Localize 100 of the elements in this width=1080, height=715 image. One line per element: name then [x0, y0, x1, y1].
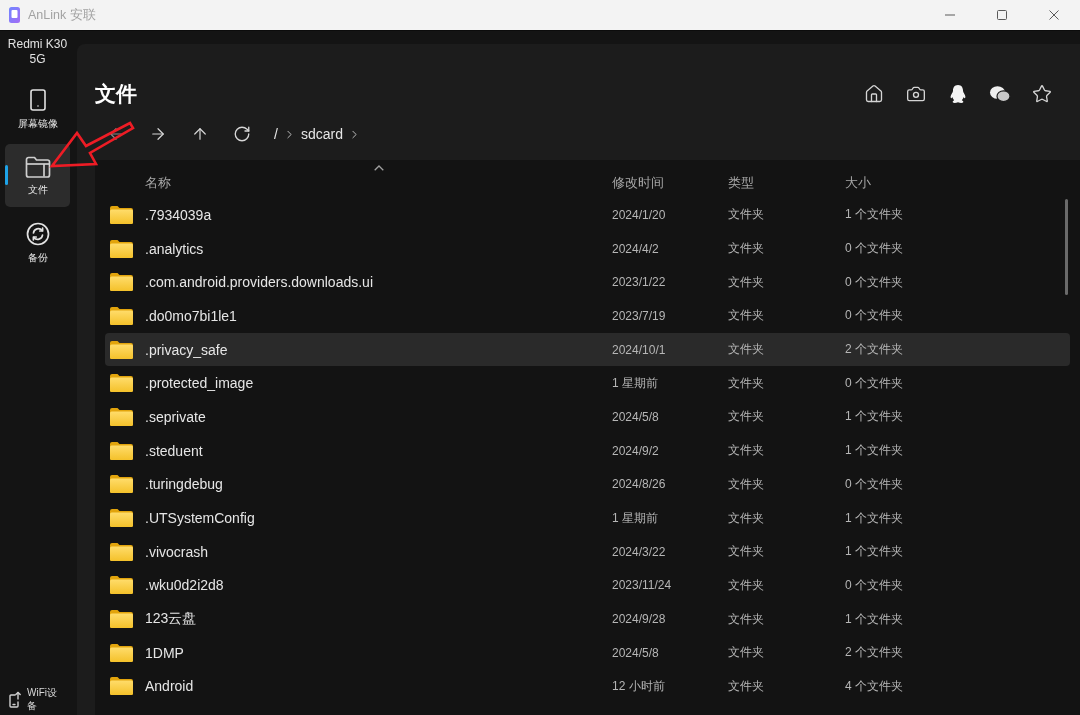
- file-name: .vivocrash: [145, 543, 209, 560]
- backup-tab[interactable]: 备份: [5, 211, 70, 274]
- file-type: 文件夹: [728, 408, 764, 426]
- column-header[interactable]: 大小: [845, 174, 1070, 192]
- file-size: 2 个文件夹: [845, 341, 903, 359]
- file-type: 文件夹: [728, 307, 764, 325]
- file-name: Android: [145, 678, 194, 695]
- modified-date: 2023/11/24: [612, 578, 672, 593]
- penguin-icon: [949, 84, 967, 104]
- modified-date: 2023/7/19: [612, 308, 666, 323]
- file-row[interactable]: Android 12 小时前 文件夹 4 个文件夹: [105, 669, 1070, 704]
- file-name: .do0mo7bi1le1: [145, 307, 237, 324]
- column-header[interactable]: 类型: [728, 174, 845, 192]
- modified-date: 2024/9/2: [612, 443, 659, 458]
- breadcrumb-item[interactable]: sdcard: [297, 126, 346, 142]
- scrollbar-thumb[interactable]: [1065, 199, 1068, 295]
- breadcrumb-item[interactable]: /: [271, 126, 281, 142]
- modified-date: 2024/8/26: [612, 477, 666, 492]
- file-size: 1 个文件夹: [845, 408, 903, 426]
- close-icon: [1049, 10, 1059, 20]
- file-name: .protected_image: [145, 375, 254, 392]
- file-type: 文件夹: [728, 341, 764, 359]
- file-name: 123云盘: [145, 610, 197, 629]
- minimize-icon: [945, 14, 955, 16]
- folder-icon: [110, 475, 133, 494]
- wifi-device-button[interactable]: WiFi设备: [9, 686, 60, 712]
- file-size: 1 个文件夹: [845, 442, 903, 460]
- files-tab[interactable]: 文件: [5, 144, 70, 207]
- maximize-icon: [997, 10, 1007, 20]
- file-type: 文件夹: [728, 610, 764, 628]
- modified-date: 2023/1/22: [612, 275, 666, 290]
- file-row[interactable]: .seprivate 2024/5/8 文件夹 1 个文件夹: [105, 400, 1070, 434]
- camera-icon: [906, 84, 926, 104]
- folder-icon: [110, 441, 133, 460]
- file-row[interactable]: .privacy_safe 2024/10/1 文件夹 2 个文件夹: [105, 332, 1070, 367]
- file-row[interactable]: .steduent 2024/9/2 文件夹 1 个文件夹: [105, 433, 1070, 468]
- file-type: 文件夹: [728, 576, 764, 594]
- file-type: 文件夹: [728, 543, 764, 561]
- column-header[interactable]: 修改时间: [612, 174, 728, 192]
- sync-icon: [25, 221, 50, 246]
- file-type: 文件夹: [728, 206, 764, 224]
- file-name: .steduent: [145, 442, 203, 459]
- folder-icon: [110, 576, 133, 595]
- file-name: .seprivate: [145, 408, 206, 425]
- file-row[interactable]: .com.android.providers.downloads.ui 2023/1/22 文件夹 0 个文件夹: [105, 265, 1070, 300]
- folder-icon: [110, 340, 133, 359]
- modified-date: 2024/5/8: [612, 645, 659, 660]
- file-row[interactable]: .UTSystemConfig 1 星期前 文件夹 1 个文件夹: [105, 501, 1070, 535]
- selection-indicator: [5, 165, 8, 185]
- file-type: 文件夹: [728, 442, 764, 460]
- phone-arrow-icon: [9, 690, 22, 708]
- modified-date: 2024/1/20: [612, 207, 666, 222]
- file-row[interactable]: .analytics 2024/4/2 文件夹 0 个文件夹: [105, 231, 1070, 266]
- file-name: .wku0d2i2d8: [145, 577, 224, 594]
- folder-icon: [110, 273, 133, 292]
- file-row[interactable]: .do0mo7bi1le1 2023/7/19 文件夹 0 个文件夹: [105, 299, 1070, 333]
- file-size: 0 个文件夹: [845, 307, 903, 325]
- file-type: 文件夹: [728, 509, 764, 527]
- modified-date: 1 星期前: [612, 509, 658, 527]
- modified-date: 12 小时前: [612, 677, 665, 695]
- file-size: 0 个文件夹: [845, 475, 903, 493]
- file-row[interactable]: 1DMP 2024/5/8 文件夹 2 个文件夹: [105, 635, 1070, 670]
- file-row[interactable]: .turingdebug 2024/8/26 文件夹 0 个文件夹: [105, 467, 1070, 502]
- star-icon: [1032, 84, 1052, 104]
- file-size: 2 个文件夹: [845, 644, 903, 662]
- file-name: .7934039a: [145, 206, 212, 223]
- modified-date: 2024/10/1: [612, 342, 666, 357]
- refresh-icon: [233, 125, 251, 143]
- file-name: .analytics: [145, 240, 204, 257]
- chat-bubbles-icon: [989, 85, 1011, 103]
- file-size: 1 个文件夹: [845, 509, 903, 527]
- file-row[interactable]: .protected_image 1 星期前 文件夹 0 个文件夹: [105, 366, 1070, 401]
- file-type: 文件夹: [728, 475, 764, 493]
- folder-icon: [110, 542, 133, 561]
- file-row[interactable]: .wku0d2i2d8 2023/11/24 文件夹 0 个文件夹: [105, 568, 1070, 603]
- file-size: 4 个文件夹: [845, 677, 903, 695]
- modified-date: 2024/5/8: [612, 409, 659, 424]
- column-header[interactable]: 名称: [145, 174, 612, 192]
- device-name: Redmi K30 5G: [6, 36, 69, 67]
- file-size: 1 个文件夹: [845, 610, 903, 628]
- file-row[interactable]: 123云盘 2024/9/28 文件夹 1 个文件夹: [105, 602, 1070, 636]
- folder-icon: [110, 205, 133, 224]
- folder-icon: [110, 306, 133, 325]
- folder-icon: [110, 610, 133, 629]
- file-type: 文件夹: [728, 273, 764, 291]
- file-size: 0 个文件夹: [845, 240, 903, 258]
- file-row[interactable]: .vivocrash 2024/3/22 文件夹 1 个文件夹: [105, 534, 1070, 569]
- app-logo-icon: [9, 7, 20, 23]
- screen-mirror-tab[interactable]: 屏幕镜像: [5, 77, 70, 140]
- file-name: .com.android.providers.downloads.ui: [145, 274, 373, 291]
- file-name: .privacy_safe: [145, 341, 228, 358]
- file-type: 文件夹: [728, 644, 764, 662]
- arrow-right-icon: [149, 125, 167, 143]
- modified-date: 2024/3/22: [612, 544, 666, 559]
- file-name: .UTSystemConfig: [145, 510, 255, 527]
- file-name: 1DMP: [145, 644, 184, 661]
- page-title: 文件: [95, 81, 137, 107]
- file-row[interactable]: .7934039a 2024/1/20 文件夹 1 个文件夹: [105, 198, 1070, 232]
- folder-icon: [110, 677, 133, 696]
- file-size: 1 个文件夹: [845, 543, 903, 561]
